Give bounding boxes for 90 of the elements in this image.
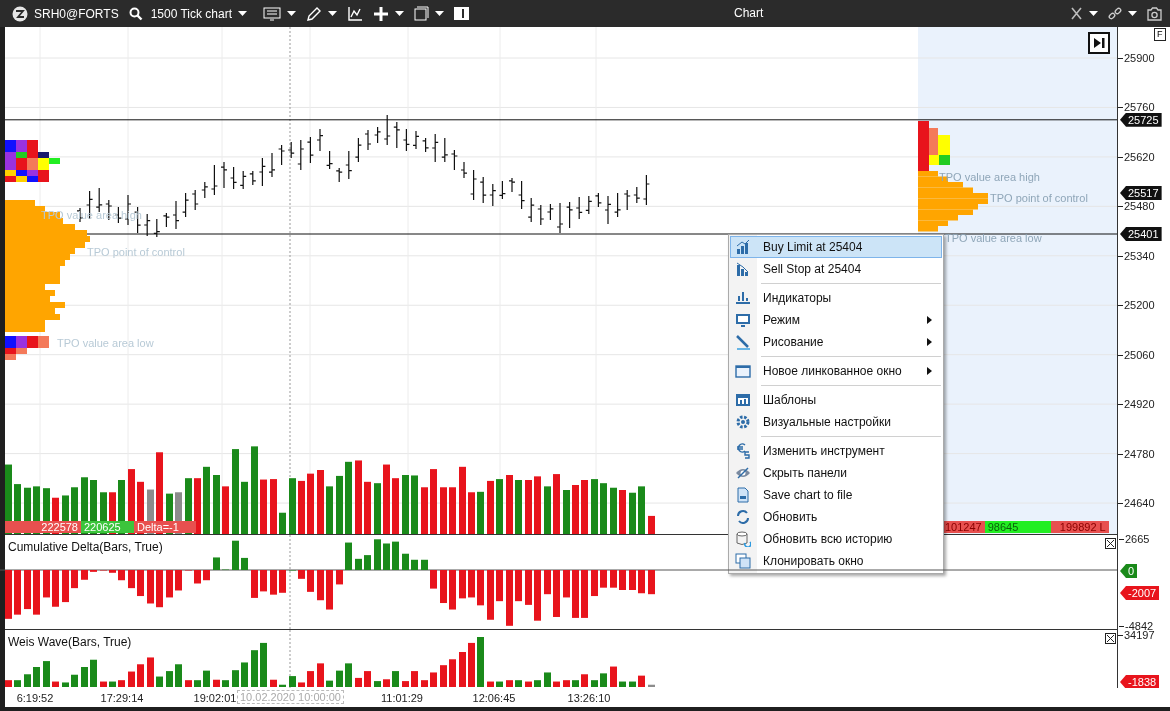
windows-icon[interactable]: [414, 6, 429, 21]
caret-icon[interactable]: [1089, 10, 1098, 17]
pen-icon: [735, 334, 751, 350]
axis-tick: 25340: [1118, 248, 1155, 263]
camera-icon[interactable]: [1147, 6, 1162, 21]
menu-item[interactable]: Новое линкованное окно: [730, 360, 942, 382]
profile-label: TPO point of control: [990, 192, 1088, 204]
axis-tick: 24920: [1118, 397, 1155, 412]
caret-icon[interactable]: [395, 10, 404, 17]
menu-item[interactable]: Save chart to file: [730, 484, 942, 506]
profile-label: TPO point of control: [87, 246, 185, 258]
menu-item[interactable]: Шаблоны: [730, 389, 942, 411]
menu-item[interactable]: Обновить: [730, 506, 942, 528]
volume-label: 101247: [942, 521, 985, 533]
volume-label: 199892 L: [1050, 521, 1109, 533]
caret-icon[interactable]: [328, 10, 337, 17]
price-tag: 25725: [1120, 112, 1162, 127]
dots-icon: [735, 290, 751, 306]
close-icon[interactable]: [1105, 538, 1116, 549]
menu-item[interactable]: Sell Stop at 25404: [730, 258, 942, 280]
price-tag: -1838: [1120, 675, 1160, 689]
caret-icon[interactable]: [1128, 10, 1137, 17]
close-icon[interactable]: [1105, 633, 1116, 644]
price-tag: 25517: [1120, 186, 1162, 200]
monitor-icon: [735, 312, 751, 328]
database-icon: [735, 531, 751, 547]
window-title: Chart: [734, 6, 764, 20]
windows-icon: [735, 553, 751, 569]
gear-icon: [735, 414, 751, 430]
profile-label: TPO value area low: [945, 232, 1042, 244]
time-label: 13:26:10: [566, 692, 612, 704]
time-label: 11:01:29: [380, 692, 424, 704]
panel-icon[interactable]: [454, 7, 469, 20]
axis-tick: 25900: [1118, 51, 1155, 65]
time-label: 6:19:52: [15, 692, 55, 704]
scroll-to-end-button[interactable]: [1088, 32, 1110, 54]
axis-tick: 25620: [1118, 149, 1155, 164]
price-tag: -2007: [1120, 586, 1160, 600]
axis-tick: 25480: [1118, 199, 1155, 214]
volume-label: 98645: [984, 521, 1051, 533]
volume-label: Delta=-1: [134, 521, 196, 533]
volume-label: 222578: [5, 521, 81, 533]
instrument-name[interactable]: SRH0@FORTS: [34, 6, 119, 21]
time-label: 19:02:01: [192, 692, 238, 704]
plus-icon[interactable]: [373, 5, 389, 22]
axis-tick: 25760: [1118, 100, 1155, 115]
bars-down-icon: [735, 261, 751, 277]
indicator-title: Weis Wave(Bars, True): [8, 635, 132, 649]
menu-item[interactable]: Изменить инструмент: [730, 440, 942, 462]
menu-item[interactable]: Рисование: [730, 331, 942, 353]
eye-icon: [735, 465, 751, 481]
bars-up-icon: [735, 239, 751, 255]
app-logo-icon[interactable]: [12, 5, 28, 22]
line-chart-icon[interactable]: [347, 5, 363, 22]
menu-item[interactable]: Buy Limit at 25404: [730, 236, 942, 258]
skip-end-icon: [1093, 37, 1105, 49]
profile-label: TPO value area low: [57, 337, 154, 349]
list-icon[interactable]: [263, 6, 281, 21]
time-label: 17:29:14: [99, 692, 145, 704]
cursor-time-label: 10.02.2020 10:00:00: [237, 690, 344, 704]
volume-label: 220625: [81, 521, 134, 533]
menu-item[interactable]: Визуальные настройки: [730, 411, 942, 433]
axis-tick: 25200: [1118, 298, 1155, 313]
currency-icon: [735, 443, 751, 459]
pencil-icon[interactable]: [306, 5, 322, 22]
indicator-title: Cumulative Delta(Bars, True): [8, 540, 163, 554]
axis-tick: 24640: [1118, 496, 1155, 511]
time-label: 12:06:45: [471, 692, 517, 704]
caret-icon[interactable]: [435, 10, 444, 17]
price-tag: 25401: [1120, 227, 1162, 241]
document-icon: [735, 487, 751, 503]
chart-type-dropdown[interactable]: 1500 Tick chart: [148, 6, 253, 21]
link-icon[interactable]: [1108, 6, 1122, 21]
caret-icon: [238, 10, 247, 17]
axis-tick: 24780: [1118, 446, 1155, 461]
menu-item[interactable]: Клонировать окно: [730, 550, 942, 572]
window-icon: [735, 363, 751, 379]
f-button[interactable]: F: [1154, 28, 1166, 41]
menu-item[interactable]: Скрыть панели: [730, 462, 942, 484]
axis-tick: 25060: [1118, 347, 1155, 362]
price-tag: 0: [1120, 564, 1138, 578]
search-icon[interactable]: [128, 6, 143, 21]
profile-label: TPO value area high: [939, 171, 1040, 183]
menu-item[interactable]: Режим: [730, 309, 942, 331]
template-icon: [735, 392, 751, 408]
menu-item[interactable]: Обновить всю историю: [730, 528, 942, 550]
refresh-icon: [735, 509, 751, 525]
menu-item[interactable]: Индикаторы: [730, 287, 942, 309]
caret-icon[interactable]: [287, 10, 296, 17]
axis-tick: 2665: [1119, 532, 1150, 546]
